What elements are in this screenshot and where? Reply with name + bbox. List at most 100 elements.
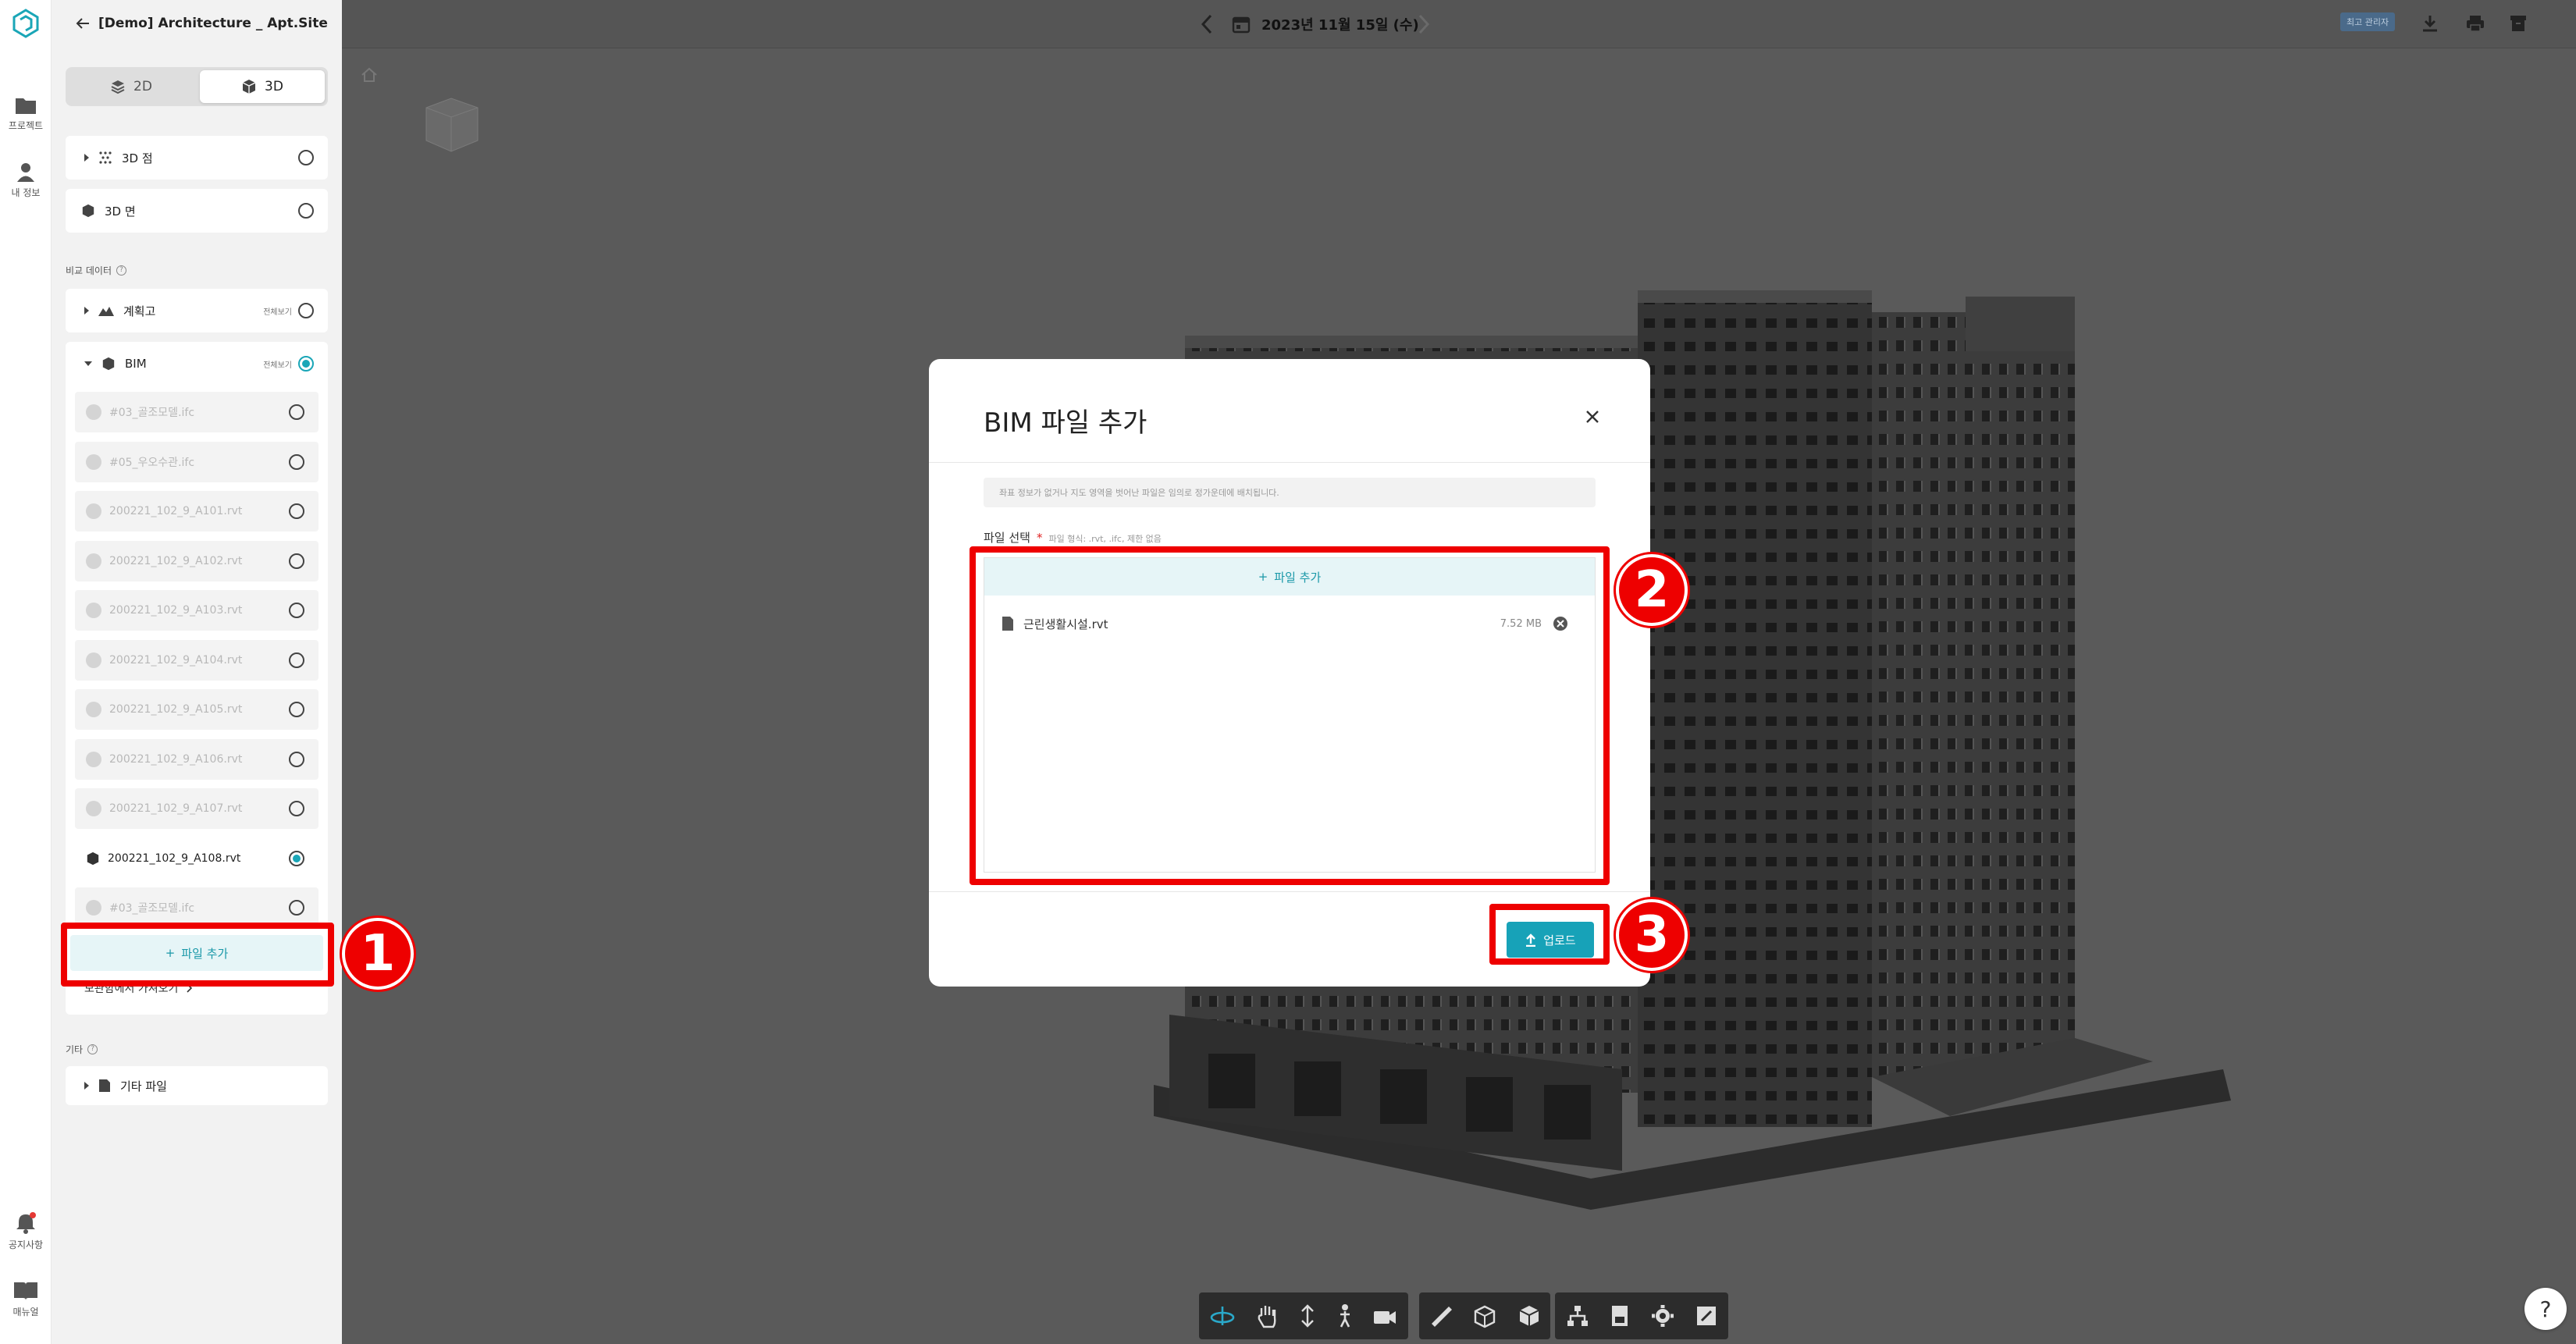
toggle-3d[interactable]: 3D — [200, 70, 325, 103]
file-status-icon — [86, 454, 101, 470]
orbit-icon[interactable] — [1208, 1302, 1236, 1330]
cube-icon — [242, 80, 256, 94]
view-cube[interactable] — [418, 94, 486, 156]
highlight-upload — [1489, 904, 1610, 965]
file-radio[interactable] — [289, 454, 304, 470]
bim-file-row[interactable]: #05_우오수관.ifc — [75, 442, 318, 482]
project-header: [Demo] Architecture _ Apt.Site — [75, 16, 328, 31]
role-badge: 최고 관리자 — [2340, 12, 2396, 31]
date-selector[interactable]: 2023년 11월 15일 (수) — [1232, 8, 1419, 41]
logo[interactable] — [0, 8, 52, 42]
logo-icon — [12, 9, 39, 38]
download-icon[interactable] — [2421, 14, 2439, 33]
bim-file-row[interactable]: 200221_102_9_A104.rvt — [75, 640, 318, 681]
ruler-icon[interactable] — [1429, 1303, 1453, 1328]
layer-radio[interactable] — [298, 203, 314, 219]
layer-label: 3D 점 — [122, 151, 153, 165]
terrain-icon — [98, 307, 114, 316]
help-icon[interactable]: ? — [87, 1044, 98, 1054]
file-status-icon — [86, 702, 101, 717]
expand-caret-icon[interactable] — [84, 307, 89, 315]
file-radio[interactable] — [289, 851, 304, 866]
file-radio[interactable] — [289, 553, 304, 569]
viewer-topbar: 2023년 11월 15일 (수) 최고 관리자 — [342, 0, 2576, 48]
expand-caret-icon[interactable] — [84, 154, 89, 162]
bim-file-row[interactable]: 200221_102_9_A103.rvt — [75, 590, 318, 631]
bim-file-row[interactable]: #03_골조모델.ifc — [75, 392, 318, 432]
file-radio[interactable] — [289, 752, 304, 767]
cube-icon — [102, 357, 115, 371]
app-root: 프로젝트 내 정보 공지사항 매뉴얼 [Demo] Architecture _… — [0, 0, 2576, 1344]
file-radio[interactable] — [289, 652, 304, 668]
layer-radio[interactable] — [298, 150, 314, 165]
current-date: 2023년 11월 15일 (수) — [1261, 17, 1419, 34]
layer-3d-surface[interactable]: 3D 면 — [66, 189, 328, 233]
file-radio[interactable] — [289, 404, 304, 420]
help-icon[interactable]: ? — [116, 265, 127, 276]
settings-toolbar — [1555, 1292, 1728, 1339]
layer-other-files[interactable]: 기타 파일 — [66, 1066, 328, 1105]
file-radio[interactable] — [289, 503, 304, 519]
navigation-toolbar — [1199, 1292, 1408, 1339]
calendar-icon — [1232, 16, 1251, 34]
fullscreen-icon[interactable] — [1695, 1305, 1717, 1327]
folder-icon — [16, 98, 36, 114]
rail-item-label: 매뉴얼 — [12, 1307, 39, 1317]
file-radio[interactable] — [289, 603, 304, 618]
prev-date-icon[interactable] — [1201, 14, 1213, 34]
rail-item-project[interactable]: 프로젝트 — [0, 95, 52, 132]
properties-icon[interactable] — [1610, 1304, 1629, 1328]
layer-radio[interactable] — [298, 303, 314, 318]
bim-file-row[interactable]: 200221_102_9_A105.rvt — [75, 689, 318, 730]
rail-item-label: 내 정보 — [11, 187, 41, 198]
file-status-icon — [86, 801, 101, 816]
gear-icon[interactable] — [1651, 1304, 1674, 1328]
archive-icon[interactable] — [2509, 14, 2528, 33]
walk-person-icon[interactable] — [1336, 1303, 1354, 1328]
file-status-icon — [86, 404, 101, 420]
layers-icon — [111, 80, 125, 94]
project-title: [Demo] Architecture _ Apt.Site — [98, 16, 328, 31]
collapse-caret-icon[interactable] — [84, 361, 92, 366]
file-radio[interactable] — [289, 900, 304, 916]
close-icon[interactable] — [1585, 409, 1600, 425]
next-date-icon[interactable] — [1418, 14, 1430, 34]
help-button[interactable]: ? — [2524, 1288, 2567, 1330]
file-select-label: 파일 선택 * 파일 형식: .rvt, .ifc, 제한 없음 — [984, 531, 1162, 545]
file-radio[interactable] — [289, 801, 304, 816]
layer-radio[interactable] — [298, 356, 314, 372]
rail-item-manual[interactable]: 매뉴얼 — [0, 1280, 52, 1318]
model-tree-icon[interactable] — [1566, 1304, 1589, 1328]
rail-item-notice[interactable]: 공지사항 — [0, 1211, 52, 1251]
cubes-icon[interactable] — [1517, 1304, 1541, 1328]
rail-item-profile[interactable]: 내 정보 — [0, 161, 52, 199]
home-icon[interactable] — [361, 67, 378, 83]
print-icon[interactable] — [2465, 14, 2485, 33]
expand-caret-icon[interactable] — [84, 1082, 89, 1090]
layer-label: BIM — [125, 357, 147, 371]
file-status-icon — [86, 900, 101, 916]
divider — [929, 891, 1650, 892]
section-box-icon[interactable] — [1472, 1303, 1499, 1328]
back-arrow-icon[interactable] — [75, 17, 91, 30]
file-radio[interactable] — [289, 702, 304, 717]
bim-file-row[interactable]: 200221_102_9_A107.rvt — [75, 788, 318, 829]
layer-3d-point[interactable]: 3D 점 — [66, 136, 328, 180]
book-icon — [14, 1282, 37, 1300]
layer-plan[interactable]: 계획고 전체보기 — [66, 289, 328, 332]
layer-label: 기타 파일 — [120, 1079, 167, 1093]
bim-file-row[interactable]: 200221_102_9_A102.rvt — [75, 541, 318, 581]
modal-info-note: 좌표 정보가 없거나 지도 영역을 벗어난 파일은 임의로 정가운데에 배치됩니… — [984, 478, 1596, 507]
toggle-2d[interactable]: 2D — [69, 70, 194, 103]
zoom-icon[interactable] — [1297, 1303, 1318, 1328]
bim-group-header[interactable]: BIM 전체보기 — [66, 342, 328, 386]
show-all-link[interactable]: 전체보기 — [263, 358, 292, 370]
view-toggle: 2D 3D — [66, 67, 328, 106]
camera-icon[interactable] — [1372, 1305, 1399, 1327]
bim-file-row[interactable]: 200221_102_9_A106.rvt — [75, 739, 318, 780]
format-hint: 파일 형식: .rvt, .ifc, 제한 없음 — [1048, 534, 1162, 544]
pan-hand-icon[interactable] — [1255, 1303, 1279, 1328]
bim-file-row[interactable]: 200221_102_9_A101.rvt — [75, 491, 318, 532]
show-all-link[interactable]: 전체보기 — [263, 305, 292, 317]
bim-file-row-active[interactable]: 200221_102_9_A108.rvt — [75, 838, 318, 879]
